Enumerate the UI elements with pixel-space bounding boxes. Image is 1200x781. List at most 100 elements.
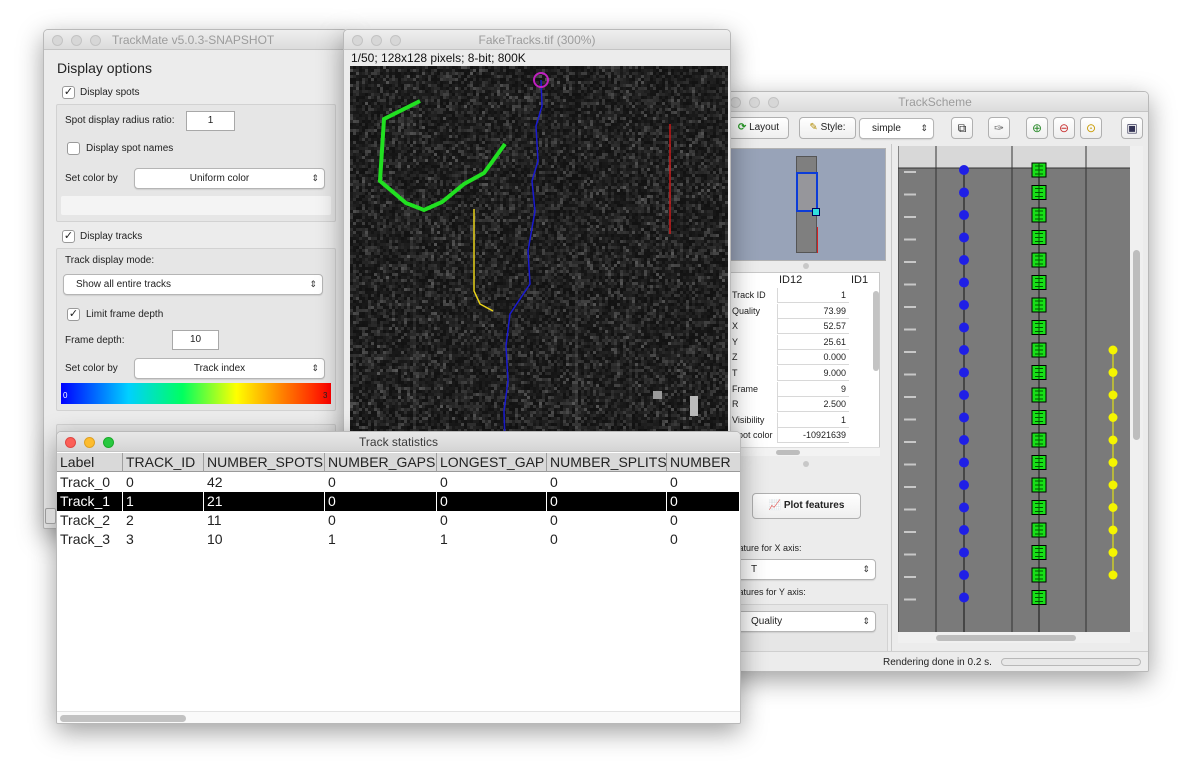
spot-node[interactable] <box>959 592 969 603</box>
image-canvas[interactable] <box>350 66 728 440</box>
minimize-icon[interactable] <box>749 97 760 108</box>
spot-node[interactable] <box>959 480 969 490</box>
spot-node[interactable] <box>1108 570 1118 580</box>
outline-viewport[interactable] <box>796 172 818 212</box>
graph-vscroll[interactable] <box>1130 146 1143 632</box>
stats-hscroll[interactable] <box>57 711 740 723</box>
row-label <box>904 598 916 601</box>
spot-node[interactable] <box>959 547 969 558</box>
trackmate-titlebar[interactable]: TrackMate v5.0.3-SNAPSHOT <box>44 30 347 50</box>
spot-node[interactable] <box>959 525 969 535</box>
zoom-icon[interactable] <box>103 437 114 448</box>
splitter-dot-2[interactable] <box>803 461 809 467</box>
trackscheme-title: TrackScheme <box>898 95 972 109</box>
spot-node[interactable] <box>959 345 969 355</box>
zoom-icon[interactable] <box>768 97 779 108</box>
minimize-icon[interactable] <box>84 437 95 448</box>
header-number-splits[interactable]: NUMBER_SPLITS <box>547 453 667 472</box>
copy-icon[interactable]: ⧉ <box>951 117 973 139</box>
zoom-in-icon[interactable]: ⊕ <box>1026 117 1048 139</box>
spot-node[interactable] <box>959 457 969 468</box>
header-label[interactable]: Label <box>57 453 123 472</box>
spot-node[interactable] <box>959 210 969 220</box>
zoom-out-icon[interactable]: ⊖ <box>1053 117 1075 139</box>
spot-node[interactable] <box>1108 548 1118 557</box>
feature-scrollbar[interactable] <box>873 291 879 371</box>
capture-icon[interactable]: ▣ <box>1121 117 1143 139</box>
graph-hscroll[interactable] <box>898 632 1130 643</box>
track-display-mode-label: Track display mode: <box>65 255 155 266</box>
close-icon[interactable] <box>52 35 63 46</box>
stats-titlebar[interactable]: Track statistics <box>57 432 740 452</box>
limit-frame-depth-checkbox[interactable]: ✓ <box>67 308 80 321</box>
display-spots-checkbox[interactable]: ✓ <box>62 86 75 99</box>
display-spot-names-checkbox[interactable] <box>67 142 80 155</box>
table-row[interactable]: Track_2 2 11 0 0 0 0 <box>57 511 740 530</box>
feature-name: Frame <box>732 383 759 394</box>
outline-handle[interactable] <box>812 208 820 216</box>
spot-node[interactable] <box>1108 390 1118 400</box>
layout-button[interactable]: ⟳ Layout <box>728 117 789 139</box>
feature-hscroll[interactable] <box>728 447 880 456</box>
pin-icon[interactable]: ✑ <box>988 117 1010 139</box>
track-color-select[interactable]: Track index ⇕ <box>134 358 325 379</box>
minimize-icon[interactable] <box>71 35 82 46</box>
outline-view[interactable] <box>728 148 886 261</box>
spot-node[interactable] <box>959 300 969 310</box>
track-display-mode-select[interactable]: Show all entire tracks ⇕ <box>63 274 323 295</box>
image-titlebar[interactable]: FakeTracks.tif (300%) <box>344 30 730 50</box>
feature-name: Y <box>732 336 739 347</box>
zoom-icon[interactable] <box>90 35 101 46</box>
zoom-fit-icon[interactable]: ⊙ <box>1080 117 1102 139</box>
y-axis-select[interactable]: Quality ⇕ <box>734 611 876 632</box>
spot-node[interactable] <box>1108 480 1118 490</box>
spot-node[interactable] <box>959 367 969 378</box>
spot-node[interactable] <box>1108 525 1118 535</box>
table-cell: Track_0 <box>60 474 111 490</box>
minimize-icon[interactable] <box>371 35 382 46</box>
spot-node[interactable] <box>959 390 969 400</box>
trackmate-corner-icon[interactable] <box>45 508 56 524</box>
close-icon[interactable] <box>352 35 363 46</box>
track-statistics-window: Track statistics Label TRACK_ID NUMBER_S… <box>56 431 741 724</box>
stats-header-row: Label TRACK_ID NUMBER_SPOTS NUMBER_GAPS … <box>57 453 740 472</box>
table-row[interactable]: Track_1 1 21 0 0 0 0 <box>57 492 740 511</box>
header-number[interactable]: NUMBER <box>667 453 740 472</box>
splitter-dot-1[interactable] <box>803 263 809 269</box>
spot-radius-field[interactable]: 1 <box>186 111 235 131</box>
header-number-gaps[interactable]: NUMBER_GAPS <box>325 453 437 472</box>
spot-node[interactable] <box>959 412 969 423</box>
spot-node[interactable] <box>959 187 969 198</box>
spot-node[interactable] <box>1108 413 1118 422</box>
plot-features-button[interactable]: 📈 Plot features <box>752 493 861 519</box>
header-track-id[interactable]: TRACK_ID <box>123 453 204 472</box>
spot-node[interactable] <box>959 232 969 243</box>
style-select[interactable]: simple ⇕ <box>859 118 934 139</box>
spot-node[interactable] <box>959 502 969 513</box>
spot-node[interactable] <box>959 322 969 333</box>
header-number-spots[interactable]: NUMBER_SPOTS <box>204 453 325 472</box>
spot-node[interactable] <box>959 435 969 445</box>
spot-node[interactable] <box>1108 435 1118 445</box>
style-button[interactable]: ✎ Style: <box>799 117 856 139</box>
spot-color-select[interactable]: Uniform color ⇕ <box>134 168 325 189</box>
x-axis-select[interactable]: T ⇕ <box>734 559 876 580</box>
spot-node[interactable] <box>959 570 969 580</box>
spot-node[interactable] <box>1108 458 1118 467</box>
graph-area[interactable] <box>898 146 1130 632</box>
close-icon[interactable] <box>730 97 741 108</box>
spot-node[interactable] <box>959 277 969 288</box>
spot-node[interactable] <box>1108 368 1118 377</box>
table-row[interactable]: Track_0 0 42 0 0 0 0 <box>57 473 740 492</box>
spot-node[interactable] <box>1108 503 1118 512</box>
spot-node[interactable] <box>959 165 969 175</box>
trackscheme-titlebar[interactable]: TrackScheme <box>722 92 1148 112</box>
close-icon[interactable] <box>65 437 76 448</box>
spot-node[interactable] <box>959 255 969 265</box>
header-longest-gap[interactable]: LONGEST_GAP <box>437 453 547 472</box>
display-tracks-checkbox[interactable]: ✓ <box>62 230 75 243</box>
zoom-icon[interactable] <box>390 35 401 46</box>
table-row[interactable]: Track_3 3 10 1 1 0 0 <box>57 530 740 549</box>
spot-node[interactable] <box>1108 345 1118 355</box>
frame-depth-field[interactable]: 10 <box>172 330 219 350</box>
